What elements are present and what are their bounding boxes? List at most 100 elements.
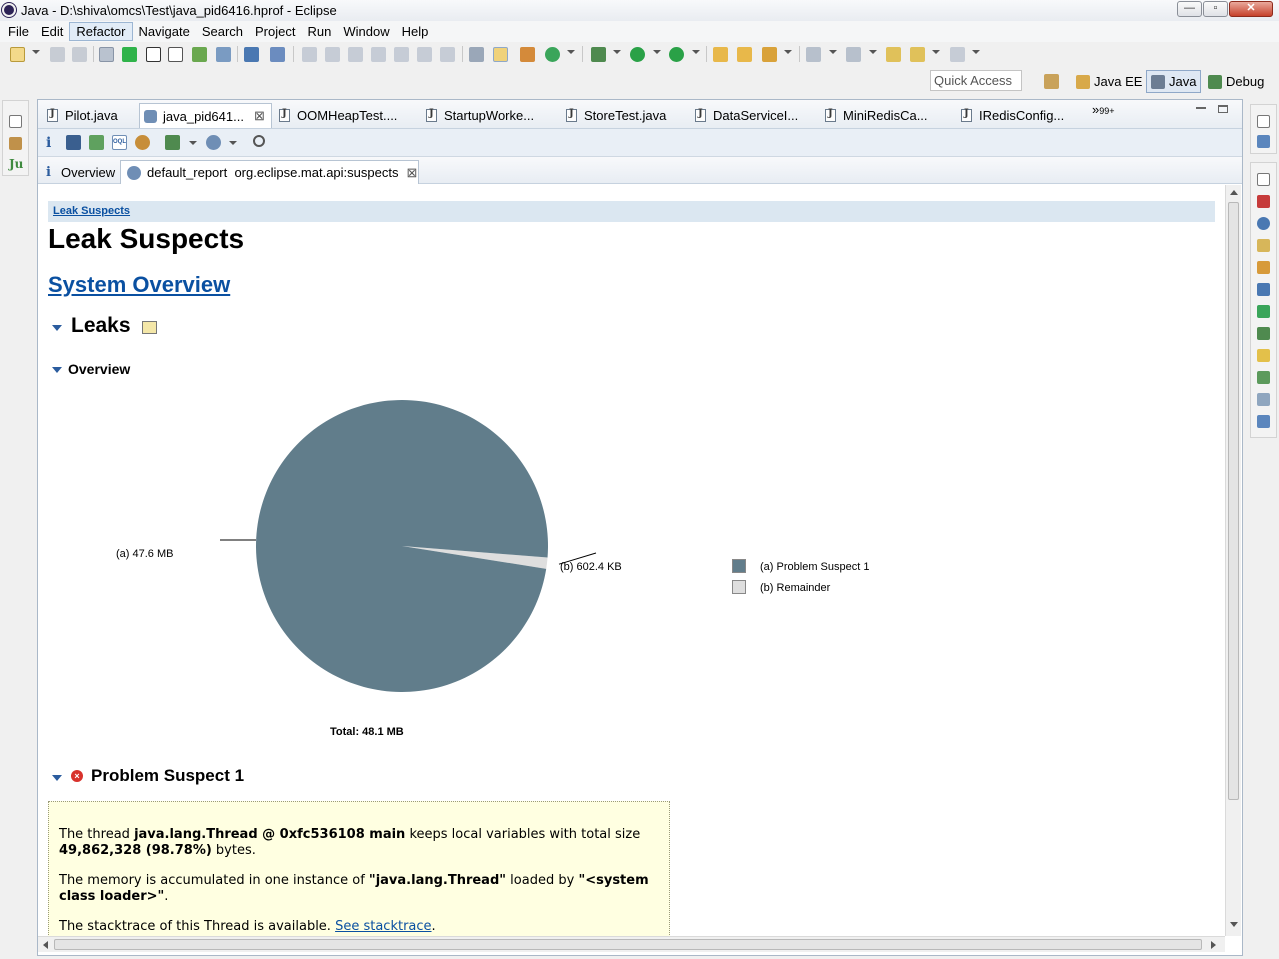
collapse-leaks-icon[interactable] (52, 325, 62, 331)
servers-icon[interactable] (1257, 305, 1270, 318)
back-dropdown-icon[interactable] (932, 50, 940, 54)
next-annotation-icon[interactable] (806, 47, 821, 62)
breadcrumb[interactable]: Leak Suspects (48, 201, 1215, 222)
package-explorer-icon[interactable] (9, 137, 22, 150)
javadoc-icon[interactable] (1257, 217, 1270, 230)
external-tools-dropdown-icon[interactable] (692, 50, 700, 54)
console-icon[interactable] (244, 47, 259, 62)
open-perspective-icon[interactable] (1044, 74, 1059, 89)
scroll-down-icon[interactable] (1230, 922, 1238, 927)
step-into-icon[interactable] (394, 47, 409, 62)
close-tab-icon[interactable]: ⊠ (254, 108, 265, 124)
perspective-java[interactable]: Java (1146, 70, 1202, 93)
horizontal-scroll-thumb[interactable] (54, 939, 1202, 950)
console-view-icon[interactable] (1257, 283, 1270, 296)
query-browser-dropdown-icon[interactable] (229, 141, 237, 145)
menu-refactor[interactable]: Refactor (69, 22, 133, 41)
tab-overview[interactable]: i Overview (40, 160, 121, 184)
overview-info-icon[interactable]: i (46, 135, 61, 151)
search-view-icon[interactable] (1257, 261, 1270, 274)
tab-overflow-button[interactable]: »99+ (1092, 102, 1115, 117)
new-icon[interactable] (10, 47, 25, 62)
resume-icon[interactable] (302, 47, 317, 62)
tab-default-report[interactable]: default_report org.eclipse.mat.api:suspe… (120, 160, 419, 184)
thread-overview-icon[interactable] (135, 135, 150, 150)
drop-to-frame-icon[interactable] (469, 47, 484, 62)
open-type-icon[interactable] (737, 47, 752, 62)
perspective-debug[interactable]: Debug (1204, 70, 1268, 93)
last-edit-location-icon[interactable] (886, 47, 901, 62)
quick-access-input[interactable]: Quick Access (930, 70, 1022, 91)
debug-view-icon[interactable] (1257, 327, 1270, 340)
disconnect-icon[interactable] (371, 47, 386, 62)
outline-icon[interactable] (1257, 135, 1270, 148)
next-annotation-dropdown-icon[interactable] (829, 50, 837, 54)
debug-icon[interactable] (591, 47, 606, 62)
refresh-dropdown-icon[interactable] (567, 50, 575, 54)
toggle-breadcrumb-icon[interactable] (99, 47, 114, 62)
search-dropdown-icon[interactable] (784, 50, 792, 54)
suspend-icon[interactable] (325, 47, 340, 62)
scroll-right-icon[interactable] (1211, 941, 1216, 949)
save-all-icon[interactable] (72, 47, 87, 62)
menu-project[interactable]: Project (249, 22, 301, 41)
tab-heap-dump[interactable]: java_pid641... ⊠ (139, 103, 272, 128)
history-icon[interactable] (1257, 393, 1270, 406)
junit-icon[interactable]: Ju (9, 157, 23, 171)
restore-icon[interactable] (1257, 173, 1270, 186)
declaration-icon[interactable] (1257, 239, 1270, 252)
restore-icon[interactable] (9, 115, 22, 128)
search-icon[interactable] (253, 135, 265, 147)
use-step-filters-icon[interactable] (493, 47, 508, 62)
new-dropdown-icon[interactable] (32, 50, 40, 54)
menu-help[interactable]: Help (396, 22, 435, 41)
scroll-up-icon[interactable] (1230, 190, 1238, 195)
mark-occurrences-icon[interactable] (146, 47, 161, 62)
run-report-icon[interactable] (165, 135, 180, 150)
restore-icon[interactable] (1257, 115, 1270, 128)
maximize-button[interactable]: ▫ (1203, 1, 1228, 17)
new-java-project-icon[interactable] (713, 47, 728, 62)
menu-navigate[interactable]: Navigate (133, 22, 196, 41)
run-dropdown-icon[interactable] (653, 50, 661, 54)
progress-icon[interactable] (1257, 371, 1270, 384)
menu-window[interactable]: Window (337, 22, 395, 41)
skip-breakpoints-icon[interactable] (270, 47, 285, 62)
previous-annotation-dropdown-icon[interactable] (869, 50, 877, 54)
save-icon[interactable] (50, 47, 65, 62)
menu-edit[interactable]: Edit (35, 22, 69, 41)
acquire-heap-icon[interactable] (216, 47, 231, 62)
horizontal-scrollbar[interactable] (38, 936, 1225, 952)
tab-dataservice[interactable]: DataServiceI... (691, 103, 811, 128)
debug-dropdown-icon[interactable] (613, 50, 621, 54)
tab-pilot-java[interactable]: Pilot.java (43, 103, 141, 128)
query-browser-icon[interactable] (206, 135, 221, 150)
problems-icon[interactable] (1257, 195, 1270, 208)
tab-minirediscache[interactable]: MiniRedisCa... (821, 103, 941, 128)
vertical-scroll-thumb[interactable] (1228, 202, 1239, 800)
terminate-icon[interactable] (348, 47, 363, 62)
block-selection-icon[interactable] (168, 47, 183, 62)
refresh-icon[interactable] (545, 47, 560, 62)
see-stacktrace-link[interactable]: See stacktrace (335, 919, 431, 934)
show-tree-icon[interactable] (122, 47, 137, 62)
close-report-tab-icon[interactable]: ⊠ (406, 165, 417, 181)
menu-run[interactable]: Run (301, 22, 337, 41)
tab-oomheaptest[interactable]: OOMHeapTest.... (275, 103, 405, 128)
forward-dropdown-icon[interactable] (972, 50, 980, 54)
open-details-icon[interactable] (142, 321, 157, 334)
previous-annotation-icon[interactable] (846, 47, 861, 62)
vertical-scrollbar[interactable] (1225, 185, 1241, 936)
external-tools-icon[interactable] (669, 47, 684, 62)
tab-storetest[interactable]: StoreTest.java (562, 103, 682, 128)
run-report-dropdown-icon[interactable] (189, 141, 197, 145)
system-overview-link[interactable]: System Overview (48, 272, 230, 298)
close-button[interactable]: ✕ (1229, 1, 1273, 17)
perspective-java-ee[interactable]: Java EE (1072, 70, 1146, 93)
menu-file[interactable]: File (2, 22, 35, 41)
search-tools-icon[interactable] (762, 47, 777, 62)
menu-search[interactable]: Search (196, 22, 249, 41)
scroll-left-icon[interactable] (43, 941, 48, 949)
step-return-icon[interactable] (440, 47, 455, 62)
forward-icon[interactable] (950, 47, 965, 62)
